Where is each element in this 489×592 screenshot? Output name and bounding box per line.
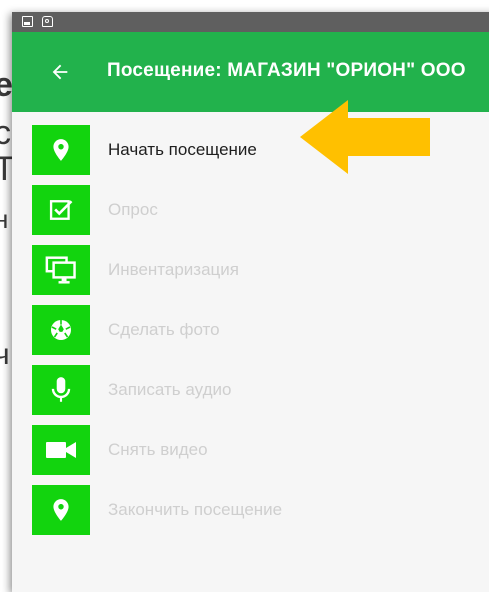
menu-item-label: Инвентаризация: [108, 260, 239, 279]
menu-item-take-photo[interactable]: Сделать фото: [12, 300, 489, 360]
menu-item-label: Сделать фото: [108, 320, 220, 339]
menu-item-record-video[interactable]: Снять видео: [12, 420, 489, 480]
annotation-arrow-icon: [300, 100, 430, 174]
menu-icon-tile: [32, 365, 90, 415]
menu-icon-tile: [32, 185, 90, 235]
location-pin-icon: [53, 139, 69, 161]
menu-item-survey[interactable]: Опрос: [12, 180, 489, 240]
menu-icon-tile: [32, 245, 90, 295]
background-text: н: [0, 204, 9, 234]
menu-item-label: Записать аудио: [108, 380, 232, 399]
monitors-icon: [45, 256, 76, 284]
camera-aperture-icon: [51, 320, 71, 340]
back-button[interactable]: [42, 54, 78, 90]
location-pin-icon: [53, 499, 69, 521]
menu-item-finish-visit[interactable]: Закончить посещение: [12, 480, 489, 540]
recycle-icon: [42, 16, 53, 27]
video-camera-icon: [46, 442, 76, 458]
menu-item-label: Опрос: [108, 200, 158, 219]
menu-item-label: Закончить посещение: [108, 500, 283, 519]
status-bar: [12, 12, 489, 32]
phone-screen: Посещение: МАГАЗИН "ОРИОН" ООО Начать по…: [12, 12, 489, 592]
image-icon: [22, 16, 33, 27]
background-text: ч: [0, 338, 10, 371]
page-title: Посещение: МАГАЗИН "ОРИОН" ООО: [107, 60, 466, 81]
menu-icon-tile: [32, 425, 90, 475]
background-text: е: [0, 66, 13, 104]
checkbox-icon: [49, 200, 73, 220]
microphone-icon: [51, 377, 71, 402]
menu-icon-tile: [32, 125, 90, 175]
menu-item-label: Снять видео: [108, 440, 208, 459]
menu-item-inventory[interactable]: Инвентаризация: [12, 240, 489, 300]
menu-item-record-audio[interactable]: Записать аудио: [12, 360, 489, 420]
background-text: с: [0, 114, 11, 152]
menu-icon-tile: [32, 485, 90, 535]
arrow-left-icon: [52, 64, 68, 80]
menu-item-label: Начать посещение: [108, 140, 257, 159]
menu-icon-tile: [32, 305, 90, 355]
